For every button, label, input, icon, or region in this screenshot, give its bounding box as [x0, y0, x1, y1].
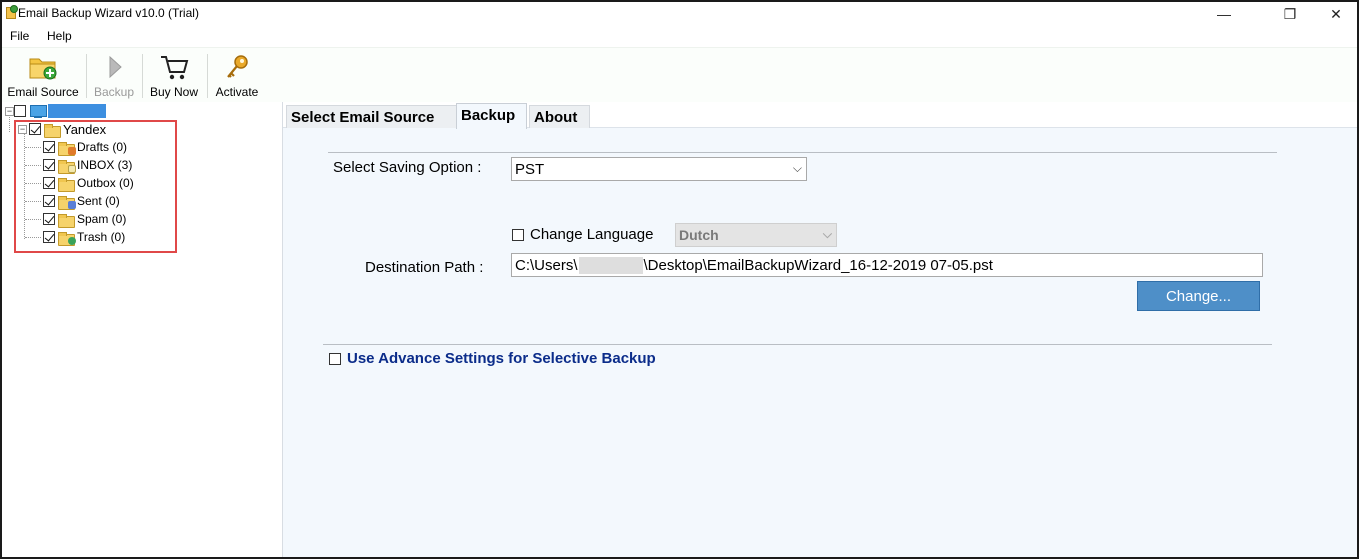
destination-path-label: Destination Path : [365, 259, 484, 276]
key-icon [222, 53, 252, 81]
section-divider [328, 152, 1277, 153]
advance-settings-checkbox[interactable] [329, 352, 341, 365]
saving-option-label: Select Saving Option : [333, 159, 482, 176]
change-language-option[interactable]: Change Language [512, 226, 653, 243]
destination-path-input[interactable]: C:\Users\ \Desktop\EmailBackupWizard_16-… [511, 253, 1263, 277]
shopping-cart-icon [159, 53, 189, 81]
redacted-username [578, 257, 643, 274]
toolbar: Email Source Backup Buy Now Activate [2, 47, 1357, 102]
language-value: Dutch [679, 227, 719, 243]
close-button[interactable]: ✕ [1313, 2, 1357, 26]
toolbar-divider [86, 54, 87, 98]
menu-help[interactable]: Help [47, 29, 72, 43]
chevron-down-icon: ⌵ [822, 227, 832, 241]
destination-suffix: \Desktop\EmailBackupWizard_16-12-2019 07… [643, 257, 993, 274]
root-label [48, 104, 106, 118]
app-logo-icon [6, 5, 18, 19]
advance-settings-option[interactable]: Use Advance Settings for Selective Backu… [329, 350, 656, 367]
chevron-down-icon: ⌵ [792, 161, 802, 175]
tree-expander[interactable]: − [5, 107, 14, 116]
play-icon [99, 53, 129, 81]
section-divider [323, 344, 1272, 345]
activate-label: Activate [215, 85, 259, 99]
email-source-icon [28, 53, 58, 81]
change-language-label: Change Language [530, 226, 654, 243]
activate-button[interactable]: Activate [212, 51, 262, 101]
toolbar-divider [207, 54, 208, 98]
buy-now-label: Buy Now [149, 85, 199, 99]
tab-backup[interactable]: Backup [456, 103, 527, 129]
root-checkbox[interactable] [14, 105, 26, 117]
tab-about[interactable]: About [529, 105, 590, 128]
email-source-label: Email Source [7, 85, 79, 99]
tab-select-email-source[interactable]: Select Email Source [286, 105, 457, 128]
computer-icon [29, 104, 47, 118]
restore-button[interactable]: ❐ [1267, 2, 1313, 26]
destination-prefix: C:\Users\ [515, 257, 578, 274]
menu-bar: File Help [2, 26, 1357, 47]
menu-file[interactable]: File [10, 29, 29, 43]
change-language-checkbox[interactable] [512, 228, 524, 241]
main-panel: Select Email Source Backup About Select … [283, 102, 1357, 557]
minimize-button[interactable]: — [1201, 2, 1247, 26]
backup-toolbar-label: Backup [93, 85, 135, 99]
window-title: Email Backup Wizard v10.0 (Trial) [18, 6, 199, 20]
advance-settings-label: Use Advance Settings for Selective Backu… [347, 350, 656, 367]
tab-strip: Select Email Source Backup About [283, 102, 1357, 129]
folder-tree-pane: − − Yandex Drafts (0) INBOX (3) Outbox (… [2, 102, 283, 557]
buy-now-button[interactable]: Buy Now [147, 51, 201, 101]
app-window: Email Backup Wizard v10.0 (Trial) — ❐ ✕ … [0, 0, 1359, 559]
change-button[interactable]: Change... [1137, 281, 1260, 311]
saving-option-value: PST [515, 161, 545, 178]
email-source-button[interactable]: Email Source [7, 51, 79, 101]
language-select[interactable]: Dutch ⌵ [675, 223, 837, 247]
tree-root[interactable] [14, 102, 106, 120]
highlight-box [14, 120, 177, 253]
saving-option-select[interactable]: PST ⌵ [511, 157, 807, 181]
toolbar-divider [142, 54, 143, 98]
backup-toolbar-button[interactable]: Backup [90, 51, 138, 101]
title-bar: Email Backup Wizard v10.0 (Trial) — ❐ ✕ [2, 2, 1357, 26]
